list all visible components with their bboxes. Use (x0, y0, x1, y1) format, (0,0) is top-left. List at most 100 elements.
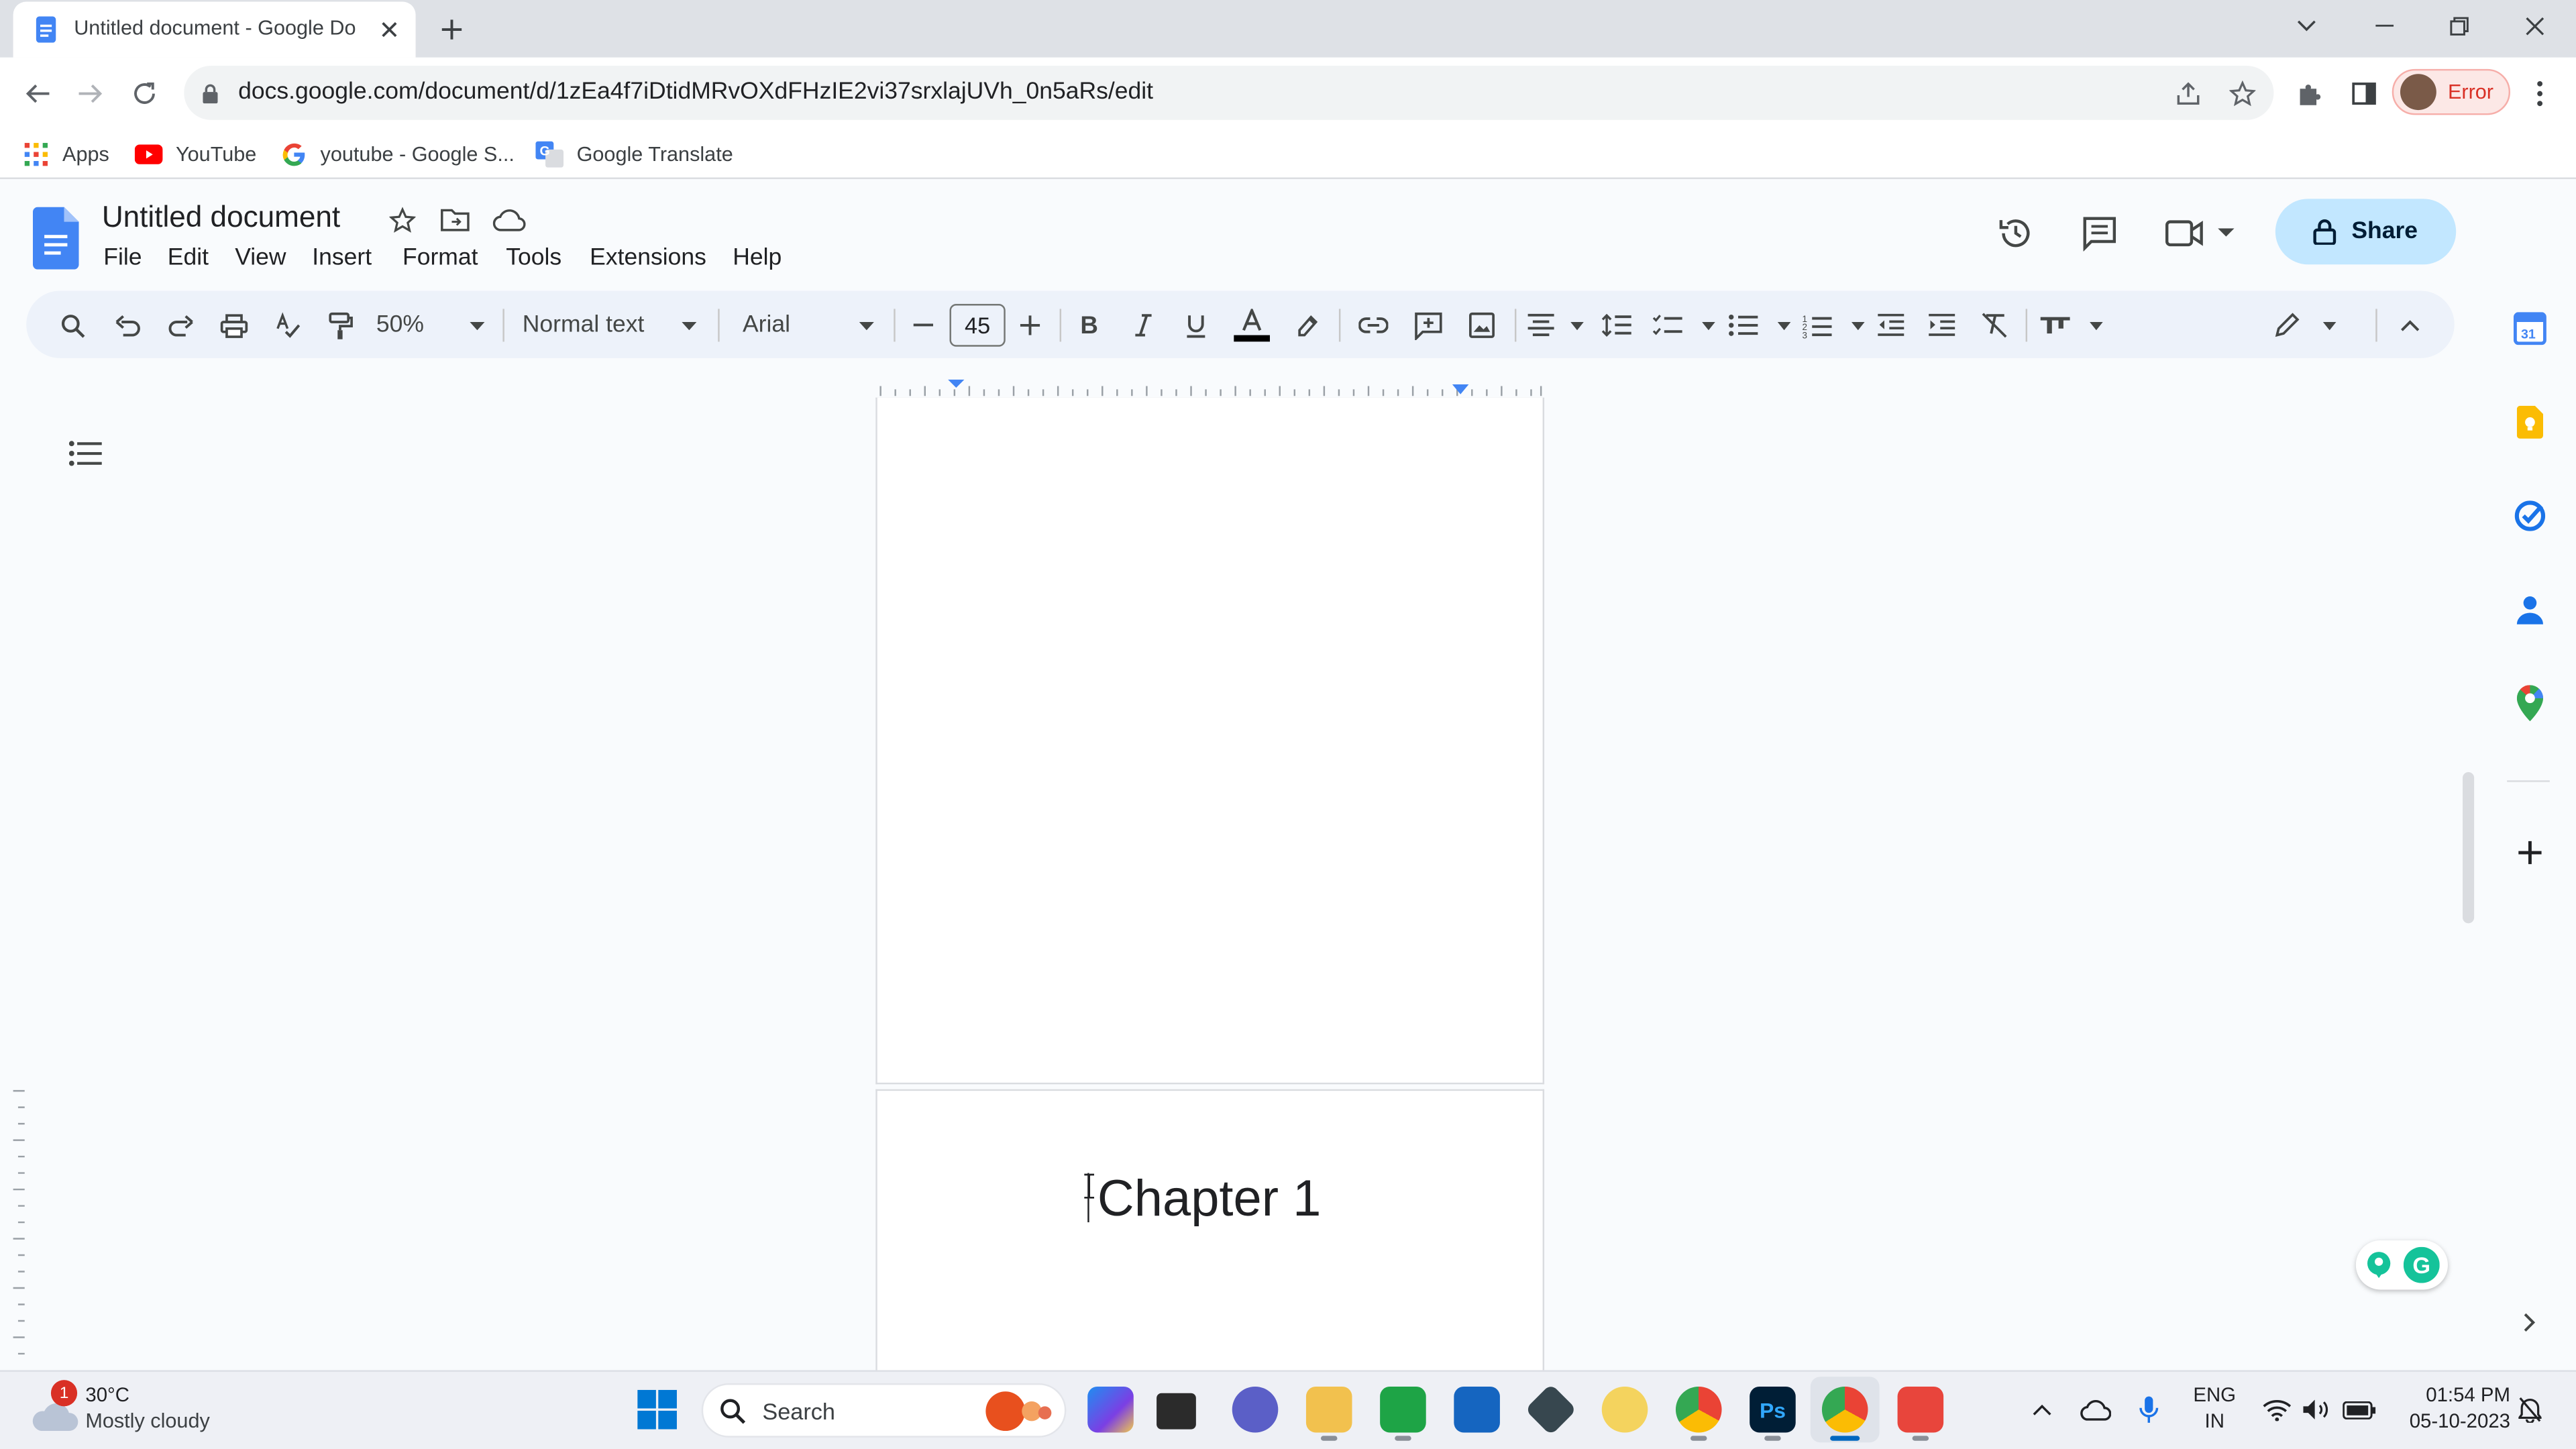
back-arrow-icon[interactable] (19, 76, 56, 112)
increase-font-size-icon[interactable] (1014, 306, 1046, 345)
tasks-icon[interactable] (2510, 496, 2550, 536)
bulleted-list-select[interactable] (1728, 306, 1791, 345)
increase-indent-icon[interactable] (1924, 306, 1960, 345)
extensions-puzzle-icon[interactable] (2292, 76, 2328, 112)
volume-icon[interactable] (2300, 1395, 2333, 1424)
paragraph-style-select[interactable]: Normal text (523, 306, 697, 345)
url-text[interactable]: docs.google.com/document/d/1zEa4f7iDtidM… (238, 79, 1153, 105)
keep-icon[interactable] (2510, 402, 2550, 442)
italic-icon[interactable] (1127, 306, 1160, 345)
move-to-folder-icon[interactable] (439, 204, 472, 237)
windows-start-icon[interactable] (637, 1389, 677, 1430)
battery-icon[interactable] (2341, 1395, 2377, 1424)
text-color-icon[interactable] (1232, 306, 1272, 345)
browser-tab-active[interactable]: Untitled document - Google Do (13, 1, 416, 58)
tab-close-icon[interactable] (374, 15, 404, 44)
microsoft-store-icon[interactable] (1454, 1386, 1500, 1433)
camtasia-recorder-icon[interactable] (1897, 1386, 1944, 1433)
camtasia-app-icon[interactable] (1380, 1386, 1426, 1433)
vertical-ruler[interactable] (10, 1087, 26, 1363)
task-view-icon[interactable] (1157, 1393, 1196, 1430)
calendar-icon[interactable]: 31 (2510, 309, 2550, 348)
profile-error-button[interactable]: Error (2392, 68, 2511, 115)
document-title[interactable]: Untitled document (102, 201, 340, 235)
bold-icon[interactable]: B (1073, 306, 1106, 345)
get-addons-plus-icon[interactable] (2510, 833, 2550, 873)
menu-help[interactable]: Help (733, 245, 782, 271)
cloud-saved-icon[interactable] (491, 204, 527, 237)
grammarly-widget[interactable]: G (2355, 1240, 2448, 1290)
menu-edit[interactable]: Edit (168, 245, 209, 271)
wifi-icon[interactable] (2261, 1395, 2294, 1424)
clock[interactable]: 01:54 PM 05-10-2023 (2392, 1383, 2510, 1432)
file-explorer-icon[interactable] (1305, 1386, 1352, 1433)
bookmark-apps[interactable]: Apps (23, 138, 109, 171)
version-history-icon[interactable] (1993, 210, 2039, 256)
language-indicator[interactable]: ENG IN (2188, 1383, 2241, 1432)
clear-formatting-icon[interactable] (1976, 306, 2012, 345)
highlight-color-icon[interactable] (1289, 306, 1326, 345)
menu-extensions[interactable]: Extensions (590, 245, 706, 271)
decrease-indent-icon[interactable] (1873, 306, 1909, 345)
new-tab-plus-icon[interactable] (434, 13, 470, 46)
insert-image-icon[interactable] (1462, 306, 1502, 345)
window-restore-icon[interactable] (2441, 10, 2477, 43)
star-document-icon[interactable] (386, 204, 419, 237)
horizontal-ruler[interactable] (875, 379, 1544, 399)
font-family-select[interactable]: Arial (743, 306, 874, 345)
expand-panel-chevron-icon[interactable] (2514, 1306, 2546, 1339)
weather-widget[interactable]: 1 30°C Mostly cloudy (23, 1380, 253, 1439)
notification-bell-icon[interactable] (2515, 1393, 2544, 1426)
app-icon-emoji[interactable] (1601, 1386, 1648, 1433)
comments-icon[interactable] (2077, 210, 2123, 256)
menu-format[interactable]: Format (402, 245, 478, 271)
contacts-icon[interactable] (2510, 590, 2550, 629)
print-icon[interactable] (213, 306, 253, 345)
chrome-icon[interactable] (1675, 1386, 1722, 1433)
lock-icon[interactable] (201, 82, 220, 105)
collapse-menus-chevron-icon[interactable] (2392, 306, 2428, 345)
window-minimize-icon[interactable] (2366, 11, 2402, 41)
share-page-icon[interactable] (2170, 76, 2206, 112)
bookmark-google-translate[interactable]: G Google Translate (535, 138, 733, 171)
docs-logo-icon[interactable] (32, 207, 79, 270)
maps-icon[interactable] (2510, 684, 2550, 723)
side-panel-icon[interactable] (2346, 76, 2382, 112)
menu-view[interactable]: View (235, 245, 286, 271)
photoshop-icon[interactable]: Ps (1750, 1386, 1796, 1433)
redo-icon[interactable] (161, 306, 201, 345)
menu-tools[interactable]: Tools (506, 245, 561, 271)
paint-format-icon[interactable] (321, 306, 360, 345)
bookmark-youtube-google-search[interactable]: youtube - Google S... (281, 138, 515, 171)
onedrive-cloud-icon[interactable] (2077, 1395, 2113, 1424)
share-button[interactable]: Share (2275, 199, 2457, 265)
editing-mode-select[interactable] (2273, 306, 2337, 345)
align-select[interactable] (1527, 306, 1584, 345)
spell-check-icon[interactable] (268, 306, 307, 345)
menu-file[interactable]: File (103, 245, 142, 271)
taskbar-search-box[interactable]: Search (701, 1383, 1067, 1438)
font-size-input[interactable]: 45 (949, 304, 1006, 347)
microphone-icon[interactable] (2136, 1393, 2162, 1426)
input-tools-select[interactable] (2040, 306, 2103, 345)
underline-icon[interactable] (1179, 306, 1212, 345)
insert-link-icon[interactable] (1354, 306, 1393, 345)
window-close-icon[interactable] (2517, 10, 2553, 43)
document-page[interactable]: Chapter 1 (875, 1089, 1545, 1372)
bookmark-youtube[interactable]: YouTube (134, 138, 256, 171)
meet-button[interactable] (2165, 210, 2245, 256)
document-page[interactable] (875, 397, 1545, 1085)
teams-chat-icon[interactable] (1232, 1386, 1279, 1433)
copilot-app-icon[interactable] (1087, 1386, 1134, 1433)
tab-search-chevron-icon[interactable] (2290, 11, 2323, 41)
undo-icon[interactable] (109, 306, 148, 345)
chapter-heading-text[interactable]: Chapter 1 (1097, 1170, 1321, 1229)
search-menus-icon[interactable] (52, 306, 92, 345)
reload-icon[interactable] (127, 76, 163, 112)
zoom-select[interactable]: 50% (376, 306, 485, 345)
line-spacing-icon[interactable] (1599, 306, 1635, 345)
numbered-list-select[interactable]: 123 (1803, 306, 1865, 345)
checklist-select[interactable] (1652, 306, 1715, 345)
decrease-font-size-icon[interactable] (907, 306, 940, 345)
bookmark-star-icon[interactable] (2224, 76, 2261, 112)
